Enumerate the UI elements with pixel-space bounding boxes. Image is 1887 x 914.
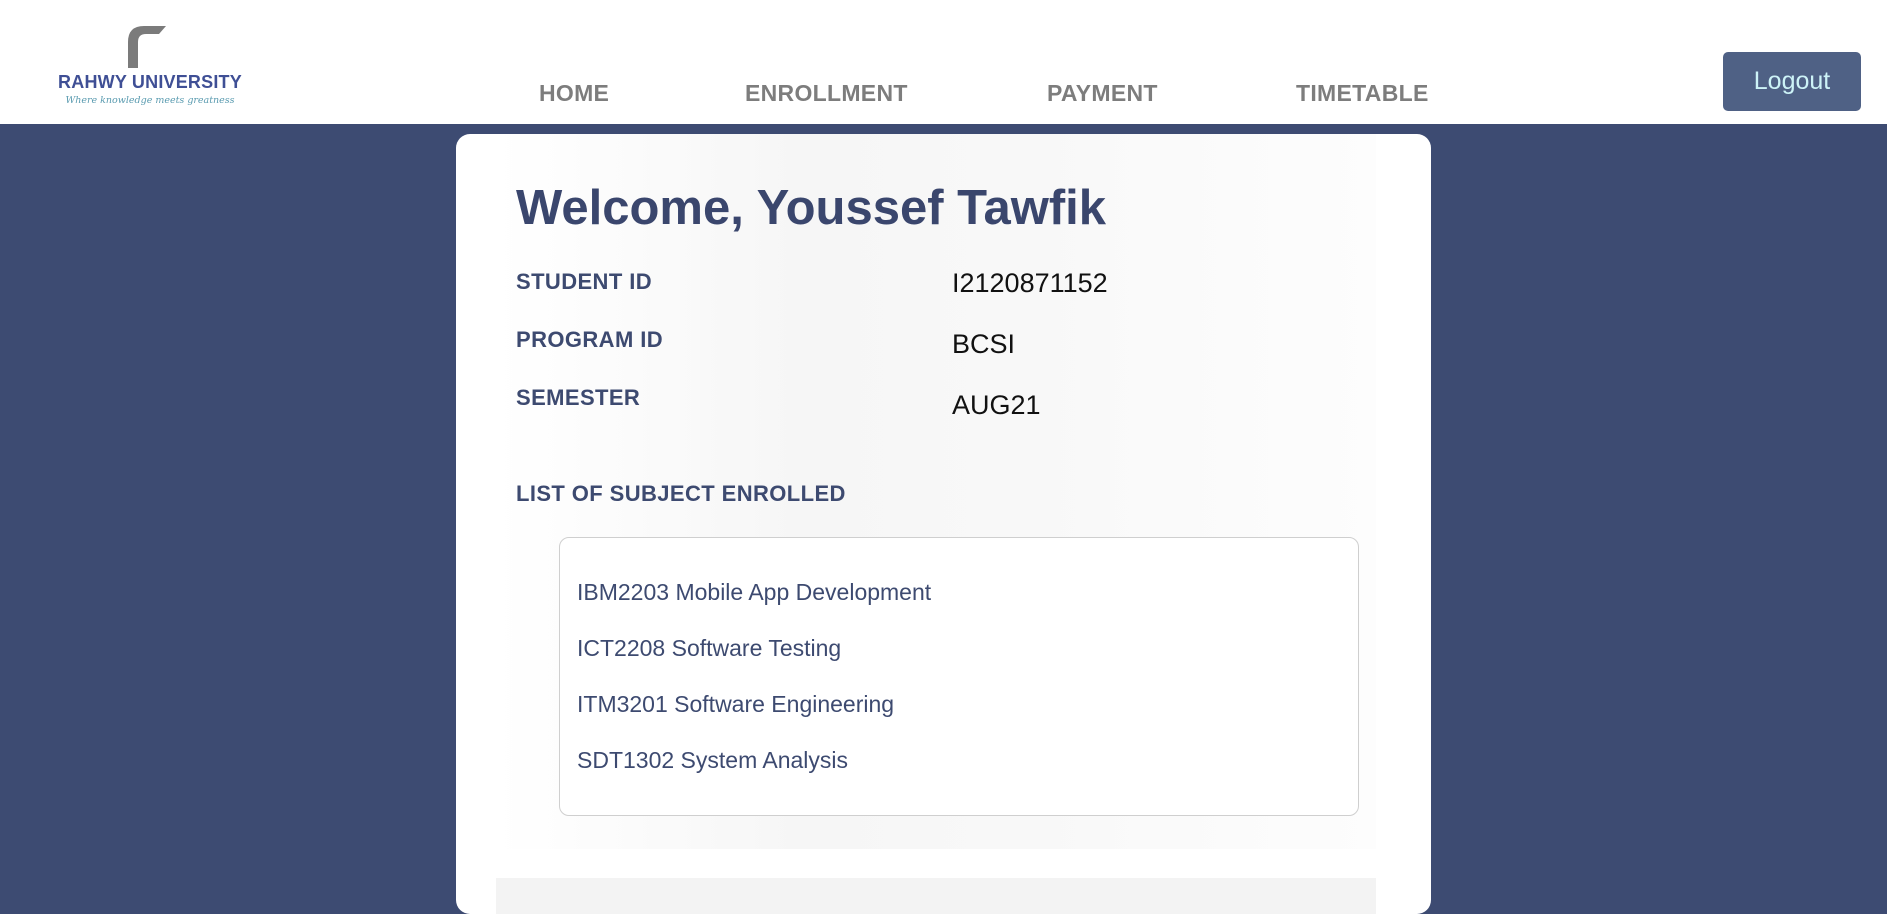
program-id-label: PROGRAM ID	[516, 327, 663, 352]
list-item: ICT2208 Software Testing	[577, 635, 842, 661]
student-id-label: STUDENT ID	[516, 269, 652, 294]
welcome-heading: Welcome, Youssef Tawfik	[516, 181, 1107, 235]
student-id-value: I2120871152	[952, 268, 1108, 298]
student-card: Welcome, Youssef Tawfik STUDENT ID I2120…	[456, 134, 1431, 914]
list-item: ITM3201 Software Engineering	[577, 691, 895, 717]
program-id-value: BCSI	[952, 329, 1016, 359]
nav-timetable[interactable]: TIMETABLE	[1296, 80, 1429, 107]
subjects-list: IBM2203 Mobile App Development ICT2208 S…	[559, 537, 1359, 816]
nav-enrollment[interactable]: ENROLLMENT	[745, 80, 908, 107]
logo-name: RAHWY UNIVERSITY	[58, 72, 242, 92]
semester-value: AUG21	[952, 390, 1041, 420]
top-navbar: RAHWY UNIVERSITY Where knowledge meets g…	[0, 0, 1887, 124]
logo-tagline: Where knowledge meets greatness	[65, 95, 235, 106]
list-item: SDT1302 System Analysis	[577, 747, 849, 773]
nav-home[interactable]: HOME	[539, 80, 609, 107]
semester-label: SEMESTER	[516, 385, 641, 410]
nav-payment[interactable]: PAYMENT	[1047, 80, 1158, 107]
university-logo[interactable]: RAHWY UNIVERSITY Where knowledge meets g…	[58, 22, 242, 112]
card-footer-strip	[496, 878, 1376, 914]
logout-button[interactable]: Logout	[1723, 52, 1861, 111]
logo-mark-icon	[128, 26, 166, 68]
list-item: IBM2203 Mobile App Development	[577, 579, 932, 605]
subjects-heading: LIST OF SUBJECT ENROLLED	[516, 481, 846, 506]
